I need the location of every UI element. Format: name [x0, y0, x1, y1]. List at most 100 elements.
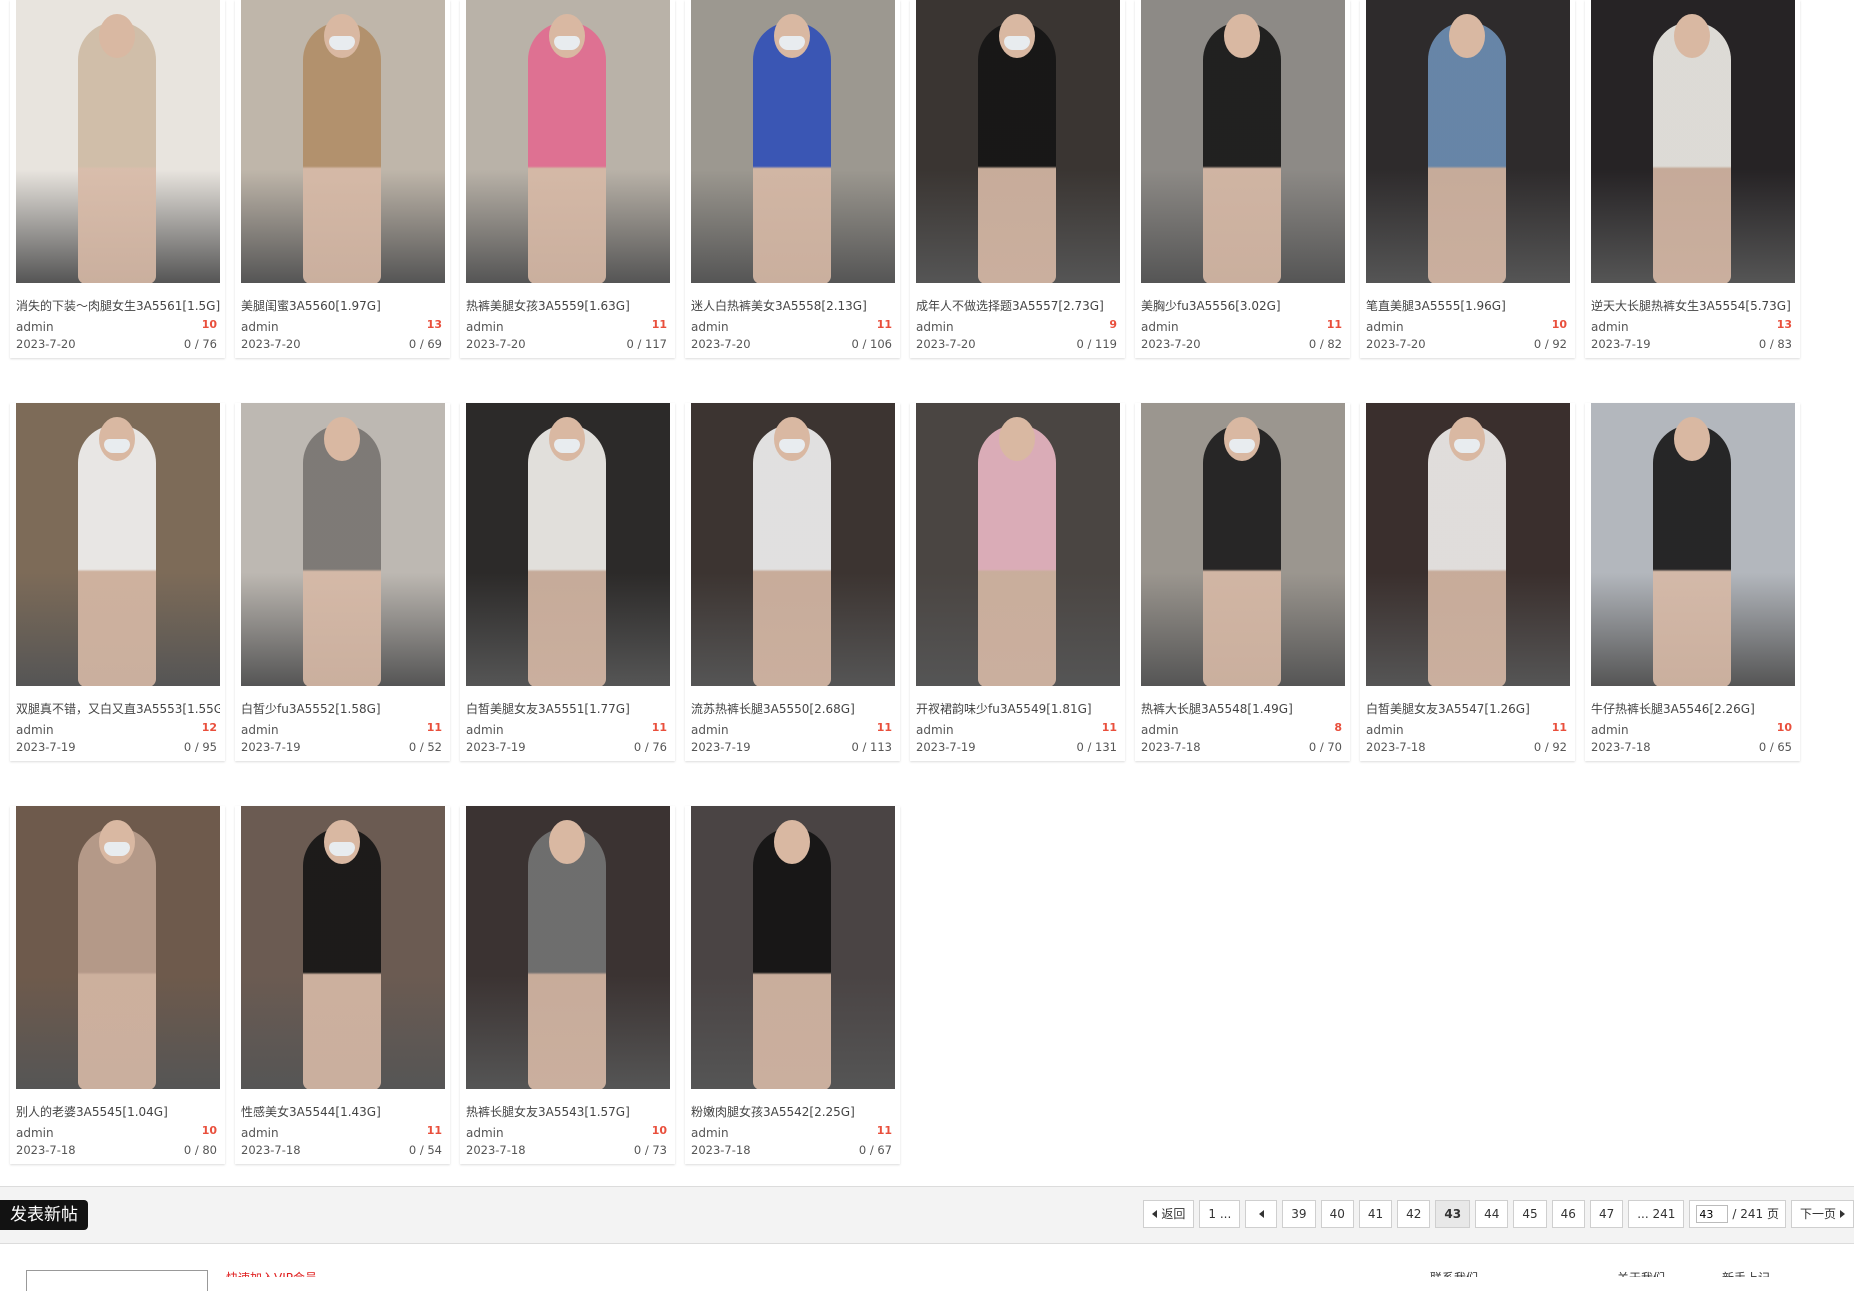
thread-card[interactable]: 白皙少fu3A5552[1.58G] admin 11 2023-7-19 0 / 52	[235, 403, 450, 761]
thread-thumbnail[interactable]	[466, 0, 670, 283]
prev-page-button[interactable]	[1245, 1200, 1278, 1228]
thread-card[interactable]: 粉嫩肉腿女孩3A5542[2.25G] admin 11 2023-7-18 0 / 6…	[685, 806, 900, 1164]
thread-card[interactable]: 逆天大长腿热裤女生3A5554[5.73G] admin 13 2023-7-19 0 …	[1585, 0, 1800, 358]
thread-author[interactable]: admin	[691, 723, 729, 737]
thread-author[interactable]: admin	[691, 320, 729, 334]
thread-card[interactable]: 别人的老婆3A5545[1.04G] admin 10 2023-7-18 0 / 80	[10, 806, 225, 1164]
thread-card[interactable]: 性感美女3A5544[1.43G] admin 11 2023-7-18 0 / 54	[235, 806, 450, 1164]
thread-card[interactable]: 成年人不做选择题3A5557[2.73G] admin 9 2023-7-20 0 / …	[910, 0, 1125, 358]
thread-author[interactable]: admin	[16, 1126, 54, 1140]
thread-thumbnail[interactable]	[1141, 403, 1345, 686]
thread-author[interactable]: admin	[466, 723, 504, 737]
thread-author[interactable]: admin	[241, 1126, 279, 1140]
thread-card[interactable]: 流苏热裤长腿3A5550[2.68G] admin 11 2023-7-19 0 / 1…	[685, 403, 900, 761]
thread-thumbnail[interactable]	[16, 403, 220, 686]
thread-title[interactable]: 牛仔热裤长腿3A5546[2.26G]	[1591, 700, 1795, 717]
thread-title[interactable]: 开衩裙韵味少fu3A5549[1.81G]	[916, 700, 1120, 717]
new-post-button[interactable]: 发表新帖	[0, 1200, 88, 1230]
page-link[interactable]: 40	[1320, 1200, 1354, 1228]
thread-thumbnail[interactable]	[241, 403, 445, 686]
page-link[interactable]: 47	[1589, 1200, 1624, 1228]
first-page-link[interactable]: 1 ...	[1199, 1200, 1241, 1228]
thread-thumbnail[interactable]	[1366, 0, 1570, 283]
last-page-link[interactable]: ... 241	[1628, 1200, 1685, 1228]
thread-card[interactable]: 热裤大长腿3A5548[1.49G] admin 8 2023-7-18 0 / 70	[1135, 403, 1350, 761]
thread-author[interactable]: admin	[916, 723, 954, 737]
thread-author[interactable]: admin	[1141, 723, 1179, 737]
thread-thumbnail[interactable]	[16, 806, 220, 1089]
page-link[interactable]: 46	[1551, 1200, 1585, 1228]
thread-thumbnail[interactable]	[1591, 0, 1795, 283]
page-link[interactable]: 39	[1282, 1200, 1316, 1228]
page-link[interactable]: 44	[1475, 1200, 1509, 1228]
thread-card[interactable]: 双腿真不错，又白又直3A5553[1.55G] admin 12 2023-7-19 0…	[10, 403, 225, 761]
thread-author[interactable]: admin	[241, 320, 279, 334]
thread-thumbnail[interactable]	[1366, 403, 1570, 686]
thread-card[interactable]: 开衩裙韵味少fu3A5549[1.81G] admin 11 2023-7-19 0 /…	[910, 403, 1125, 761]
page-link[interactable]: 42	[1397, 1200, 1431, 1228]
thread-title[interactable]: 粉嫩肉腿女孩3A5542[2.25G]	[691, 1103, 895, 1120]
footer-link-about[interactable]: 关于我们	[1617, 1269, 1665, 1277]
thread-thumbnail[interactable]	[241, 806, 445, 1089]
thread-thumbnail[interactable]	[1591, 403, 1795, 686]
footer-link-newbie[interactable]: 新手上记	[1722, 1269, 1770, 1277]
next-page-button[interactable]: 下一页	[1790, 1200, 1854, 1228]
thread-thumbnail[interactable]	[466, 806, 670, 1089]
thread-author[interactable]: admin	[466, 1126, 504, 1140]
thread-title[interactable]: 成年人不做选择题3A5557[2.73G]	[916, 297, 1120, 314]
thread-title[interactable]: 消失的下装～肉腿女生3A5561[1.5G]	[16, 297, 220, 314]
thread-title[interactable]: 热裤大长腿3A5548[1.49G]	[1141, 700, 1345, 717]
thread-card[interactable]: 牛仔热裤长腿3A5546[2.26G] admin 10 2023-7-18 0 / 6…	[1585, 403, 1800, 761]
thread-title[interactable]: 白皙美腿女友3A5551[1.77G]	[466, 700, 670, 717]
thread-card[interactable]: 白皙美腿女友3A5551[1.77G] admin 11 2023-7-19 0 / 7…	[460, 403, 675, 761]
thread-title[interactable]: 别人的老婆3A5545[1.04G]	[16, 1103, 220, 1120]
thread-card[interactable]: 美腿闺蜜3A5560[1.97G] admin 13 2023-7-20 0 / 69	[235, 0, 450, 358]
thread-title[interactable]: 热裤长腿女友3A5543[1.57G]	[466, 1103, 670, 1120]
thread-author[interactable]: admin	[1591, 723, 1629, 737]
thread-thumbnail[interactable]	[466, 403, 670, 686]
page-link[interactable]: 41	[1358, 1200, 1393, 1228]
footer-search-box[interactable]	[26, 1270, 208, 1291]
thread-author[interactable]: admin	[466, 320, 504, 334]
thread-thumbnail[interactable]	[691, 806, 895, 1089]
thread-author[interactable]: admin	[241, 723, 279, 737]
thread-thumbnail[interactable]	[241, 0, 445, 283]
thread-author[interactable]: admin	[916, 320, 954, 334]
thread-title[interactable]: 白皙少fu3A5552[1.58G]	[241, 700, 445, 717]
thread-title[interactable]: 双腿真不错，又白又直3A5553[1.55G]	[16, 700, 220, 717]
thread-card[interactable]: 白皙美腿女友3A5547[1.26G] admin 11 2023-7-18 0 / 9…	[1360, 403, 1575, 761]
thread-author[interactable]: admin	[691, 1126, 729, 1140]
thread-title[interactable]: 流苏热裤长腿3A5550[2.68G]	[691, 700, 895, 717]
thread-title[interactable]: 白皙美腿女友3A5547[1.26G]	[1366, 700, 1570, 717]
page-jump-input[interactable]	[1696, 1205, 1729, 1223]
thread-title[interactable]: 热裤美腿女孩3A5559[1.63G]	[466, 297, 670, 314]
thread-author[interactable]: admin	[1591, 320, 1629, 334]
back-button[interactable]: 返回	[1143, 1200, 1195, 1228]
thread-title[interactable]: 迷人白热裤美女3A5558[2.13G]	[691, 297, 895, 314]
thread-author[interactable]: admin	[1366, 723, 1404, 737]
thread-card[interactable]: 消失的下装～肉腿女生3A5561[1.5G] admin 10 2023-7-20 0 …	[10, 0, 225, 358]
thread-card[interactable]: 热裤美腿女孩3A5559[1.63G] admin 11 2023-7-20 0 / 1…	[460, 0, 675, 358]
thread-thumbnail[interactable]	[916, 403, 1120, 686]
thread-card[interactable]: 迷人白热裤美女3A5558[2.13G] admin 11 2023-7-20 0 / …	[685, 0, 900, 358]
thread-title[interactable]: 美胸少fu3A5556[3.02G]	[1141, 297, 1345, 314]
thread-thumbnail[interactable]	[691, 403, 895, 686]
thread-thumbnail[interactable]	[691, 0, 895, 283]
thread-author[interactable]: admin	[1366, 320, 1404, 334]
thread-card[interactable]: 热裤长腿女友3A5543[1.57G] admin 10 2023-7-18 0 / 7…	[460, 806, 675, 1164]
thread-thumbnail[interactable]	[16, 0, 220, 283]
thread-thumbnail[interactable]	[1141, 0, 1345, 283]
footer-link-contact[interactable]: 联系我们	[1430, 1269, 1478, 1277]
thread-title[interactable]: 性感美女3A5544[1.43G]	[241, 1103, 445, 1120]
thread-title[interactable]: 美腿闺蜜3A5560[1.97G]	[241, 297, 445, 314]
thread-title[interactable]: 逆天大长腿热裤女生3A5554[5.73G]	[1591, 297, 1795, 314]
thread-card[interactable]: 美胸少fu3A5556[3.02G] admin 11 2023-7-20 0 / 82	[1135, 0, 1350, 358]
thread-author[interactable]: admin	[1141, 320, 1179, 334]
thread-thumbnail[interactable]	[916, 0, 1120, 283]
footer-vip-link[interactable]: 快速加入VIP会员	[226, 1269, 317, 1277]
thread-author[interactable]: admin	[16, 320, 54, 334]
thread-card[interactable]: 笔直美腿3A5555[1.96G] admin 10 2023-7-20 0 / 92	[1360, 0, 1575, 358]
thread-author[interactable]: admin	[16, 723, 54, 737]
thread-title[interactable]: 笔直美腿3A5555[1.96G]	[1366, 297, 1570, 314]
page-link[interactable]: 45	[1513, 1200, 1547, 1228]
